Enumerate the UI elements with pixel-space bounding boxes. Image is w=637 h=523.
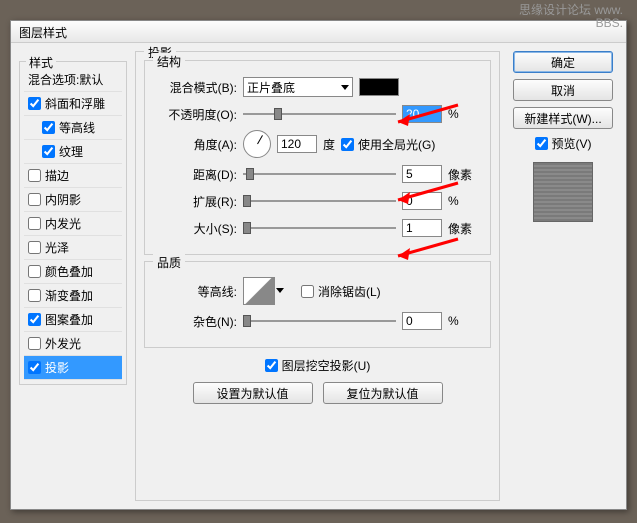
style-item-contour[interactable]: 等高线 (24, 116, 122, 140)
antialias-label: 消除锯齿(L) (318, 283, 381, 300)
distance-unit: 像素 (448, 166, 480, 183)
style-label: 斜面和浮雕 (45, 95, 105, 112)
spread-input[interactable] (402, 192, 442, 210)
layer-style-dialog: 图层样式 样式 混合选项:默认 斜面和浮雕 等高线 纹理 描边 内阴影 内发光 … (10, 20, 627, 510)
distance-slider[interactable] (243, 165, 396, 183)
style-item-gradient-overlay[interactable]: 渐变叠加 (24, 284, 122, 308)
size-input[interactable] (402, 219, 442, 237)
style-list-panel: 样式 混合选项:默认 斜面和浮雕 等高线 纹理 描边 内阴影 内发光 光泽 颜色… (19, 51, 127, 501)
knockout-checkbox[interactable] (265, 359, 278, 372)
opacity-label: 不透明度(O): (155, 106, 237, 123)
global-light-checkbox[interactable] (341, 138, 354, 151)
style-item-bevel[interactable]: 斜面和浮雕 (24, 92, 122, 116)
gradient-overlay-checkbox[interactable] (28, 289, 41, 302)
style-label: 等高线 (59, 119, 95, 136)
knockout-label: 图层挖空投影(U) (282, 357, 371, 374)
style-label: 描边 (45, 167, 69, 184)
preview-label: 预览(V) (552, 135, 592, 152)
style-item-inner-glow[interactable]: 内发光 (24, 212, 122, 236)
size-label: 大小(S): (155, 220, 237, 237)
blend-mode-value: 正片叠底 (247, 79, 295, 96)
opacity-input[interactable] (402, 105, 442, 123)
style-item-texture[interactable]: 纹理 (24, 140, 122, 164)
angle-dial[interactable] (243, 130, 271, 158)
style-item-inner-shadow[interactable]: 内阴影 (24, 188, 122, 212)
style-label: 内发光 (45, 215, 81, 232)
blend-mode-select[interactable]: 正片叠底 (243, 77, 353, 97)
shadow-color-swatch[interactable] (359, 78, 399, 96)
chevron-down-icon (341, 85, 349, 90)
style-item-drop-shadow[interactable]: 投影 (24, 356, 122, 380)
opacity-unit: % (448, 107, 480, 121)
blend-options-item[interactable]: 混合选项:默认 (24, 68, 122, 92)
watermark: 思缘设计论坛 www. BBS. (519, 4, 623, 30)
quality-section: 品质 等高线: 消除锯齿(L) 杂色(N): % (144, 261, 491, 348)
spread-slider[interactable] (243, 192, 396, 210)
structure-section: 结构 混合模式(B): 正片叠底 不透明度(O): % 角度(A): (144, 60, 491, 255)
style-label: 光泽 (45, 239, 69, 256)
opacity-slider[interactable] (243, 105, 396, 123)
quality-label: 品质 (153, 254, 185, 271)
blend-mode-label: 混合模式(B): (155, 79, 237, 96)
new-style-button[interactable]: 新建样式(W)... (513, 107, 613, 129)
antialias-checkbox[interactable] (301, 285, 314, 298)
contour-picker[interactable] (243, 277, 275, 305)
texture-checkbox[interactable] (42, 145, 55, 158)
preview-checkbox[interactable] (535, 137, 548, 150)
distance-input[interactable] (402, 165, 442, 183)
preview-swatch (533, 162, 593, 222)
size-unit: 像素 (448, 220, 480, 237)
style-item-stroke[interactable]: 描边 (24, 164, 122, 188)
distance-label: 距离(D): (155, 166, 237, 183)
noise-label: 杂色(N): (155, 313, 237, 330)
outer-glow-checkbox[interactable] (28, 337, 41, 350)
style-label: 颜色叠加 (45, 263, 93, 280)
cancel-button[interactable]: 取消 (513, 79, 613, 101)
style-label: 外发光 (45, 335, 81, 352)
contour-label: 等高线: (155, 283, 237, 300)
style-item-pattern-overlay[interactable]: 图案叠加 (24, 308, 122, 332)
pattern-overlay-checkbox[interactable] (28, 313, 41, 326)
style-label: 内阴影 (45, 191, 81, 208)
ok-button[interactable]: 确定 (513, 51, 613, 73)
satin-checkbox[interactable] (28, 241, 41, 254)
style-item-satin[interactable]: 光泽 (24, 236, 122, 260)
color-overlay-checkbox[interactable] (28, 265, 41, 278)
drop-shadow-checkbox[interactable] (28, 361, 41, 374)
noise-slider[interactable] (243, 312, 396, 330)
style-label: 纹理 (59, 143, 83, 160)
set-default-button[interactable]: 设置为默认值 (193, 382, 313, 404)
inner-shadow-checkbox[interactable] (28, 193, 41, 206)
reset-default-button[interactable]: 复位为默认值 (323, 382, 443, 404)
contour-checkbox[interactable] (42, 121, 55, 134)
styles-header: 样式 (26, 54, 56, 71)
style-label: 投影 (45, 359, 69, 376)
inner-glow-checkbox[interactable] (28, 217, 41, 230)
spread-unit: % (448, 194, 480, 208)
angle-input[interactable] (277, 135, 317, 153)
spread-label: 扩展(R): (155, 193, 237, 210)
bevel-checkbox[interactable] (28, 97, 41, 110)
style-item-color-overlay[interactable]: 颜色叠加 (24, 260, 122, 284)
noise-unit: % (448, 314, 480, 328)
stroke-checkbox[interactable] (28, 169, 41, 182)
angle-label: 角度(A): (155, 136, 237, 153)
settings-panel: 投影 结构 混合模式(B): 正片叠底 不透明度(O): % (135, 51, 500, 501)
style-label: 图案叠加 (45, 311, 93, 328)
style-label: 渐变叠加 (45, 287, 93, 304)
dialog-buttons: 确定 取消 新建样式(W)... 预览(V) (508, 51, 618, 501)
size-slider[interactable] (243, 219, 396, 237)
noise-input[interactable] (402, 312, 442, 330)
structure-label: 结构 (153, 53, 185, 70)
angle-unit: 度 (323, 136, 335, 153)
global-light-label: 使用全局光(G) (358, 136, 435, 153)
style-item-outer-glow[interactable]: 外发光 (24, 332, 122, 356)
